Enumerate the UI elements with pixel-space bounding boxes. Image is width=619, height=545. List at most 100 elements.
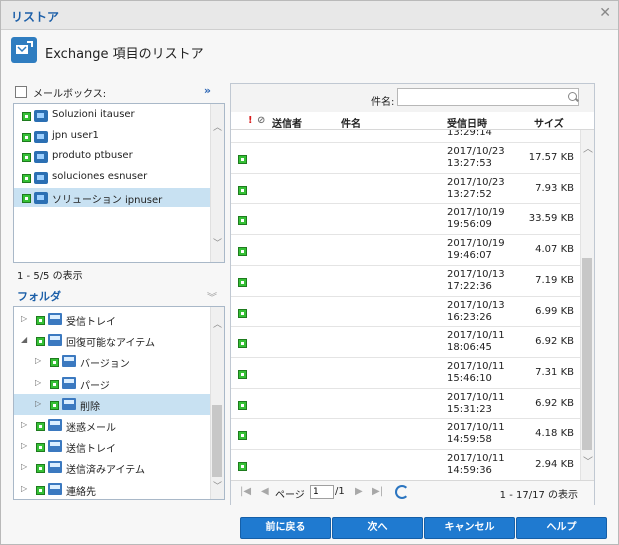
folder-item[interactable]: ▷ 受信トレイ bbox=[14, 309, 210, 330]
close-icon[interactable]: ✕ bbox=[599, 5, 611, 21]
selection-checkbox[interactable] bbox=[238, 308, 247, 318]
expand-icon[interactable]: ▷ bbox=[35, 356, 41, 365]
folder-name: 回復可能なアイテム bbox=[66, 338, 155, 350]
refresh-icon[interactable] bbox=[395, 485, 409, 499]
table-row[interactable]: 2017/10/13 16:23:26 6.99 KB bbox=[231, 295, 580, 327]
mailbox-item[interactable]: ソリューション ipnuser bbox=[14, 188, 210, 207]
selection-checkbox[interactable] bbox=[36, 422, 45, 431]
mailbox-item[interactable]: produto ptbuser bbox=[14, 147, 210, 166]
selection-checkbox[interactable] bbox=[50, 358, 59, 368]
folder-item[interactable]: ▷ 迷惑メール bbox=[14, 415, 210, 436]
page-label: ページ bbox=[275, 490, 305, 501]
scroll-thumb[interactable] bbox=[582, 258, 592, 450]
expand-icon[interactable]: ▷ bbox=[21, 441, 27, 450]
scroll-down-icon[interactable]: ﹀ bbox=[213, 479, 222, 492]
selection-checkbox[interactable] bbox=[22, 132, 31, 142]
table-row[interactable]: 2017/10/11 14:59:58 4.18 KB bbox=[231, 418, 580, 449]
selection-checkbox[interactable] bbox=[238, 400, 247, 410]
received-datetime: 2017/10/13 17:22:36 bbox=[447, 269, 505, 293]
mailbox-item[interactable]: jpn user1 bbox=[14, 127, 210, 146]
selection-checkbox[interactable] bbox=[36, 337, 45, 347]
selection-checkbox[interactable] bbox=[50, 379, 59, 389]
selection-checkbox[interactable] bbox=[36, 316, 45, 325]
next-button[interactable]: 次へ bbox=[332, 517, 423, 539]
mailbox-item[interactable]: soluciones esnuser bbox=[14, 168, 210, 187]
scroll-up-icon[interactable]: ︿ bbox=[213, 120, 222, 133]
selection-checkbox[interactable] bbox=[238, 431, 247, 441]
selection-checkbox[interactable] bbox=[238, 339, 247, 349]
selection-checkbox[interactable] bbox=[238, 185, 247, 195]
selection-checkbox[interactable] bbox=[36, 485, 45, 495]
table-row[interactable]: 2017/10/11 14:59:36 2.94 KB bbox=[231, 449, 580, 480]
expand-icon[interactable]: ▷ bbox=[21, 462, 27, 471]
back-button[interactable]: 前に戻る bbox=[240, 517, 331, 539]
column-size[interactable]: サイズ bbox=[534, 115, 564, 130]
scroll-down-icon[interactable]: ﹀ bbox=[583, 453, 593, 468]
table-row[interactable]: 2017/10/23 13:27:52 7.93 KB bbox=[231, 172, 580, 204]
received-datetime: 2017/10/11 14:59:58 bbox=[447, 422, 505, 446]
mailbox-item[interactable]: Soluzioni itauser bbox=[14, 106, 210, 125]
search-icon[interactable] bbox=[568, 92, 577, 101]
folder-item[interactable]: ◢ 回復可能なアイテム bbox=[14, 330, 210, 351]
selection-checkbox[interactable] bbox=[238, 369, 247, 379]
expand-icon[interactable]: ▷ bbox=[21, 484, 27, 493]
folder-item[interactable]: ▷ 送信済みアイテム bbox=[14, 457, 210, 478]
expand-icon[interactable]: ▷ bbox=[35, 378, 41, 387]
selection-checkbox[interactable] bbox=[22, 194, 31, 203]
received-datetime: 2017/10/11 15:31:23 bbox=[447, 392, 505, 416]
subject-filter-input[interactable] bbox=[397, 88, 579, 106]
prev-page-icon[interactable]: ◀ bbox=[261, 486, 269, 497]
folder-scrollbar[interactable]: ︿ ﹀ bbox=[210, 307, 224, 499]
selection-checkbox[interactable] bbox=[238, 155, 247, 164]
scroll-thumb[interactable] bbox=[212, 405, 222, 477]
selection-checkbox[interactable] bbox=[36, 464, 45, 474]
selection-checkbox[interactable] bbox=[50, 400, 59, 410]
received-time: 15:31:23 bbox=[447, 403, 492, 415]
folder-item[interactable]: ▷ バージョン bbox=[14, 351, 210, 372]
expand-icon[interactable]: ▷ bbox=[35, 399, 41, 408]
column-subject[interactable]: 件名 bbox=[341, 115, 361, 130]
first-page-icon[interactable]: |◀ bbox=[240, 486, 251, 497]
importance-column-icon[interactable]: ! bbox=[248, 115, 253, 126]
selection-checkbox[interactable] bbox=[22, 112, 31, 121]
table-row[interactable]: 2017/10/11 15:46:10 7.31 KB bbox=[231, 356, 580, 388]
table-scrollbar[interactable]: ︿ ﹀ bbox=[580, 130, 594, 480]
selection-checkbox[interactable] bbox=[238, 216, 247, 226]
attachment-column-icon[interactable]: ⊘ bbox=[257, 115, 265, 126]
column-received[interactable]: 受信日時 bbox=[447, 115, 487, 130]
table-row[interactable]: 2017/10/13 17:22:36 7.19 KB bbox=[231, 264, 580, 296]
received-time: 14:59:36 bbox=[447, 465, 492, 476]
help-button[interactable]: ヘルプ bbox=[516, 517, 607, 539]
collapse-icon[interactable]: ◢ bbox=[21, 335, 27, 344]
item-size: 33.59 KB bbox=[528, 213, 574, 225]
selection-checkbox[interactable] bbox=[238, 462, 247, 471]
selection-checkbox[interactable] bbox=[238, 277, 247, 287]
scroll-up-icon[interactable]: ︿ bbox=[583, 140, 593, 155]
folder-item[interactable]: ▷ 送信トレイ bbox=[14, 436, 210, 457]
table-row[interactable]: 2017/10/23 13:27:53 17.57 KB bbox=[231, 142, 580, 173]
selection-checkbox[interactable] bbox=[22, 153, 31, 162]
table-row[interactable]: 2017/10/19 19:46:07 4.07 KB bbox=[231, 234, 580, 265]
selection-checkbox[interactable] bbox=[238, 247, 247, 257]
page-number-input[interactable] bbox=[310, 485, 334, 499]
next-page-icon[interactable]: ▶ bbox=[355, 486, 363, 497]
collapse-folders-icon[interactable]: ︾ bbox=[207, 289, 217, 304]
select-all-mailboxes-checkbox[interactable] bbox=[15, 86, 27, 98]
table-row[interactable]: 2017/10/19 19:56:09 33.59 KB bbox=[231, 203, 580, 234]
table-row[interactable]: 2017/10/11 15:31:23 6.92 KB bbox=[231, 387, 580, 419]
folder-item[interactable]: ▷ パージ bbox=[14, 373, 210, 394]
column-sender[interactable]: 送信者 bbox=[272, 115, 302, 130]
selection-checkbox[interactable] bbox=[22, 173, 31, 183]
expand-icon[interactable]: ▷ bbox=[21, 420, 27, 429]
folder-item[interactable]: ▷ 削除 bbox=[14, 393, 210, 415]
table-row[interactable]: 2017/10/11 18:06:45 6.92 KB bbox=[231, 326, 580, 357]
scroll-up-icon[interactable]: ︿ bbox=[213, 317, 222, 330]
expand-icon[interactable]: ▷ bbox=[21, 314, 27, 323]
scroll-down-icon[interactable]: ﹀ bbox=[213, 236, 222, 249]
cancel-button[interactable]: キャンセル bbox=[424, 517, 515, 539]
last-page-icon[interactable]: ▶| bbox=[372, 486, 383, 497]
mailbox-scrollbar[interactable]: ︿ ﹀ bbox=[210, 104, 224, 262]
selection-checkbox[interactable] bbox=[36, 443, 45, 453]
folder-item[interactable]: ▷ 連絡先 bbox=[14, 479, 210, 499]
expand-panel-icon[interactable]: » bbox=[204, 84, 211, 97]
